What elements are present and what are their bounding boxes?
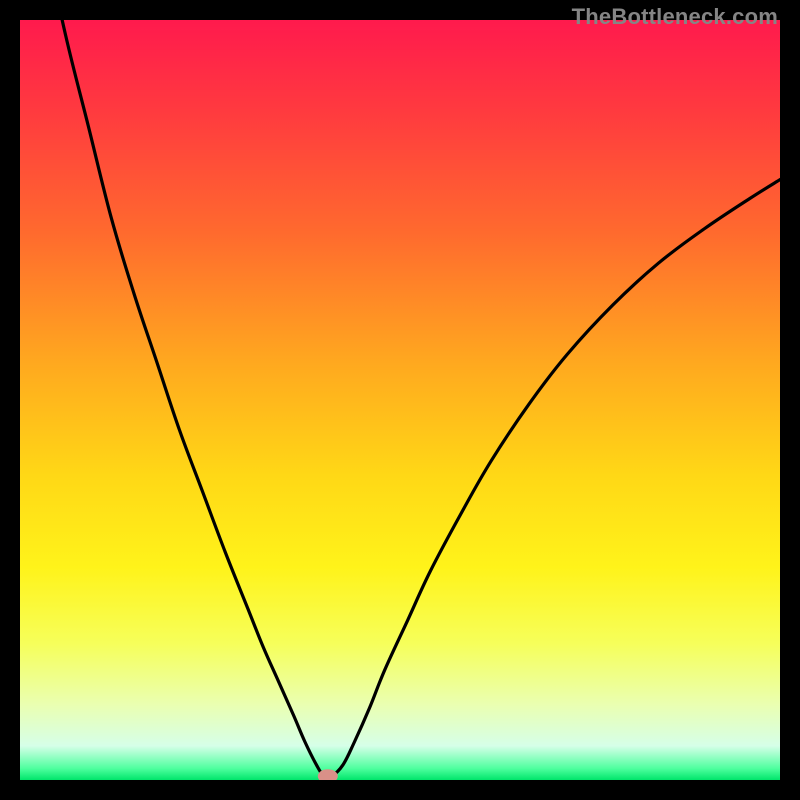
gradient-background — [20, 20, 780, 780]
bottleneck-chart — [20, 20, 780, 780]
chart-frame — [20, 20, 780, 780]
watermark-text: TheBottleneck.com — [572, 4, 778, 30]
